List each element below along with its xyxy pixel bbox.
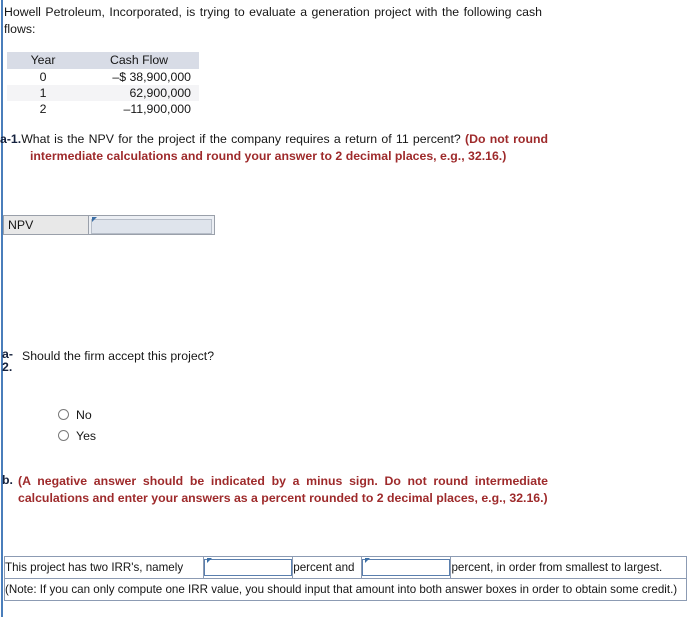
- irr-input-2[interactable]: [362, 559, 451, 576]
- question-a2-tag-line2: 2.: [2, 360, 13, 374]
- caret-flag-icon: [207, 558, 213, 563]
- question-b-tag: b.: [2, 473, 13, 487]
- table-header-row: Year Cash Flow: [7, 52, 199, 69]
- radio-circle-icon[interactable]: [58, 409, 69, 420]
- caret-flag-icon: [92, 217, 97, 222]
- radio-label-yes: Yes: [76, 428, 97, 443]
- irr-input-1[interactable]: [204, 559, 293, 576]
- cell-year: 2: [39, 102, 47, 116]
- irr-answer-table: This project has two IRR's, namely perce…: [3, 556, 687, 601]
- cell-cash-flow: 62,900,000: [79, 85, 199, 101]
- radio-option-yes[interactable]: Yes: [58, 425, 96, 446]
- npv-label: NPV: [3, 215, 89, 235]
- radio-label-no: No: [76, 407, 92, 422]
- question-a2-tag: a- 2.: [2, 348, 20, 374]
- column-header-cash-flow: Cash Flow: [79, 52, 199, 69]
- npv-answer-row: NPV: [3, 215, 215, 235]
- radio-option-no[interactable]: No: [58, 404, 96, 425]
- irr-trail-text: percent, in order from smallest to large…: [450, 556, 687, 579]
- irr-input-cell-2: [361, 556, 452, 579]
- irr-input-cell-1: [203, 556, 294, 579]
- radio-circle-icon[interactable]: [58, 430, 69, 441]
- cell-cash-flow: –11,900,000: [123, 102, 191, 116]
- question-a2: a- 2. Should the firm accept this projec…: [0, 348, 400, 374]
- irr-note-row: (Note: If you can only compute one IRR v…: [4, 578, 687, 601]
- intro-paragraph: Howell Petroleum, Incorporated, is tryin…: [4, 5, 542, 36]
- cell-cash-flow: –$ 38,900,000: [112, 70, 191, 84]
- cell-year: 0: [39, 70, 47, 84]
- question-a1-body: a-1.What is the NPV for the project if t…: [0, 131, 548, 165]
- irr-note-text: (Note: If you can only compute one IRR v…: [4, 578, 687, 601]
- left-blue-rail: [1, 0, 3, 617]
- column-header-year: Year: [7, 52, 79, 69]
- question-a1: a-1.What is the NPV for the project if t…: [0, 131, 548, 165]
- npv-input[interactable]: [91, 218, 212, 234]
- question-a1-tag: a-1.: [0, 132, 22, 146]
- cash-flow-table: Year Cash Flow 0 –$ 38,900,000 1 62,900,…: [7, 52, 199, 117]
- npv-input-cell: [89, 215, 215, 235]
- table-row: 1 62,900,000: [7, 85, 199, 101]
- table-row: 0 –$ 38,900,000: [7, 69, 199, 85]
- question-b-emphasis: (A negative answer should be indicated b…: [18, 474, 548, 505]
- question-a1-text: What is the NPV for the project if the c…: [21, 132, 466, 146]
- irr-answer-row: This project has two IRR's, namely perce…: [3, 556, 687, 579]
- irr-middle-text: percent and: [292, 556, 363, 579]
- caret-flag-icon: [365, 558, 371, 563]
- question-a2-text: Should the firm accept this project?: [22, 349, 215, 363]
- irr-lead-text: This project has two IRR's, namely: [3, 556, 205, 579]
- table-row: 2 –11,900,000: [7, 101, 199, 117]
- worksheet-page: Howell Petroleum, Incorporated, is tryin…: [0, 0, 700, 617]
- cell-year: 1: [7, 85, 79, 101]
- question-b: b. (A negative answer should be indicate…: [0, 473, 548, 507]
- accept-project-radio-group: No Yes: [58, 404, 96, 446]
